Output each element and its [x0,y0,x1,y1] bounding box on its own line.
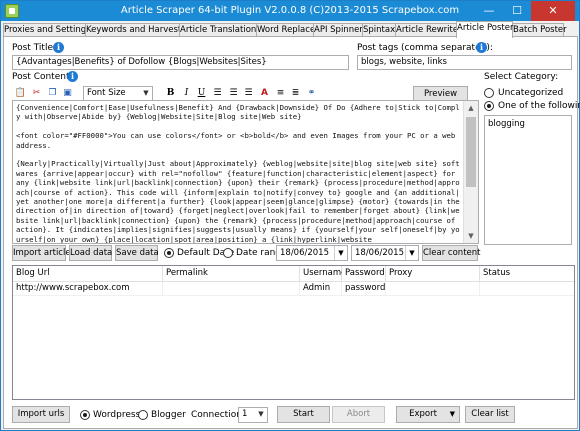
uncategorized-label: Uncategorized [498,88,564,98]
cell-username[interactable]: Admin [300,282,342,296]
uncategorized-radio[interactable] [484,88,494,98]
tab-article-rewriter[interactable]: Article Rewriter [395,23,462,37]
import-urls-button[interactable]: Import urls [12,406,70,423]
date-range-radio[interactable] [223,248,233,258]
wordpress-label: Wordpress [93,410,141,420]
wordpress-radio[interactable] [80,410,90,420]
post-content-info-icon[interactable]: i [67,71,78,82]
date-from-picker[interactable]: 18/06/2015 ▼ [276,245,348,261]
post-tags-info-icon[interactable]: i [476,42,487,53]
column-header-username[interactable]: Username [300,266,346,282]
cell-permalink[interactable] [163,282,300,296]
default-date-radio[interactable] [164,248,174,258]
cell-password[interactable]: password [342,282,386,296]
post-title-input[interactable]: {Advantages|Benefits} of Dofollow {Blogs… [12,55,349,70]
italic-icon[interactable]: I [180,87,193,100]
article-poster-panel: Post Title: i {Advantages|Benefits} of D… [3,36,580,429]
one-of-following-radio[interactable] [484,101,494,111]
date-to-picker[interactable]: 18/06/2015 ▼ [351,245,419,261]
post-tags-label: Post tags (comma separated): [357,43,493,53]
align-right-icon[interactable]: ☰ [242,87,255,100]
tab-keywords-harvester[interactable]: Keywords and Harvester [85,23,190,37]
chevron-down-icon: ▼ [449,410,455,418]
title-bar: Article Scraper 64-bit Plugin V2.0.0.8 (… [1,1,579,21]
date-from-value: 18/06/2015 [280,248,329,258]
blogger-label: Blogger [151,410,186,420]
post-content-label: Post Content: [12,72,73,82]
column-header-status[interactable]: Status [480,266,574,282]
close-button[interactable]: ✕ [531,1,575,21]
connections-value: 1 [242,409,248,419]
blogger-radio[interactable] [138,410,148,420]
category-list-item[interactable]: blogging [488,119,525,129]
tab-proxies-settings[interactable]: Proxies and Settings [3,23,91,37]
tab-batch-poster[interactable]: Batch Poster [512,23,567,37]
abort-button[interactable]: Abort [332,406,385,423]
blog-grid[interactable]: Blog Url Permalink Username Password Pro… [12,265,575,400]
tab-strip: Proxies and Settings Keywords and Harves… [3,21,579,38]
save-data-button[interactable]: Save data [115,245,159,261]
cell-blog-url[interactable]: http://www.scrapebox.com [13,282,163,296]
tab-spintax[interactable]: Spintax [362,23,396,37]
tab-article-poster[interactable]: Article Poster [456,21,513,38]
one-of-following-label: One of the following [498,101,580,111]
cut-icon[interactable]: ✂ [30,87,43,100]
export-button[interactable]: Export ▼ [396,406,460,423]
paste-icon[interactable]: 📋 [14,87,27,100]
cell-proxy[interactable] [386,282,480,296]
connections-select[interactable]: 1 ▼ [238,407,268,423]
link-icon[interactable]: ⚭ [305,87,318,100]
app-window: Article Scraper 64-bit Plugin V2.0.0.8 (… [0,0,580,431]
align-left-icon[interactable]: ☰ [211,87,224,100]
start-button[interactable]: Start [277,406,330,423]
tab-article-translation[interactable]: Article Translation [179,23,257,37]
font-color-icon[interactable]: A [258,87,271,100]
load-data-button[interactable]: Load data [69,245,112,261]
post-title-info-icon[interactable]: i [53,42,64,53]
insert-image-icon[interactable]: ▣ [61,87,74,100]
tab-word-replace[interactable]: Word Replace [256,23,315,37]
cell-status[interactable] [480,282,574,296]
post-tags-input[interactable]: blogs, website, links [357,55,572,70]
post-title-label: Post Title: [12,43,57,53]
post-content-editor[interactable]: {Convenience|Comfort|Ease|Usefulness|Ben… [12,100,479,244]
select-category-label: Select Category: [484,72,559,82]
align-center-icon[interactable]: ☰ [227,87,240,100]
scroll-up-icon[interactable]: ▲ [464,101,478,115]
underline-icon[interactable]: U [195,87,208,100]
numbered-list-icon[interactable]: ≣ [289,87,302,100]
column-header-password[interactable]: Password [342,266,386,282]
font-size-select[interactable]: Font Size ▼ [83,86,153,101]
chevron-down-icon: ▼ [258,410,264,418]
chevron-down-icon: ▼ [143,89,149,97]
bullet-list-icon[interactable]: ≡ [274,87,287,100]
bold-icon[interactable]: B [164,87,177,100]
import-article-button[interactable]: Import article [12,245,71,261]
copy-icon[interactable]: ❐ [46,87,59,100]
scroll-thumb[interactable] [466,117,476,187]
calendar-dropdown-icon[interactable]: ▼ [405,246,418,260]
post-content-text: {Convenience|Comfort|Ease|Usefulness|Ben… [16,103,460,244]
maximize-button[interactable]: ☐ [503,1,531,21]
tab-api-spinner[interactable]: API Spinner [313,23,363,37]
column-header-blog-url[interactable]: Blog Url [13,266,163,282]
clear-content-button[interactable]: Clear content [422,245,480,261]
column-header-permalink[interactable]: Permalink [163,266,300,282]
column-header-proxy[interactable]: Proxy [386,266,480,282]
minimize-button[interactable]: — [475,1,503,21]
clear-list-button[interactable]: Clear list [465,406,515,423]
export-label: Export [409,409,437,419]
category-list[interactable]: blogging [484,115,572,245]
calendar-dropdown-icon[interactable]: ▼ [334,246,347,260]
font-size-value: Font Size [87,88,126,98]
scroll-down-icon[interactable]: ▼ [464,229,478,243]
editor-scrollbar[interactable]: ▲ ▼ [463,101,478,243]
date-to-value: 18/06/2015 [355,248,404,258]
